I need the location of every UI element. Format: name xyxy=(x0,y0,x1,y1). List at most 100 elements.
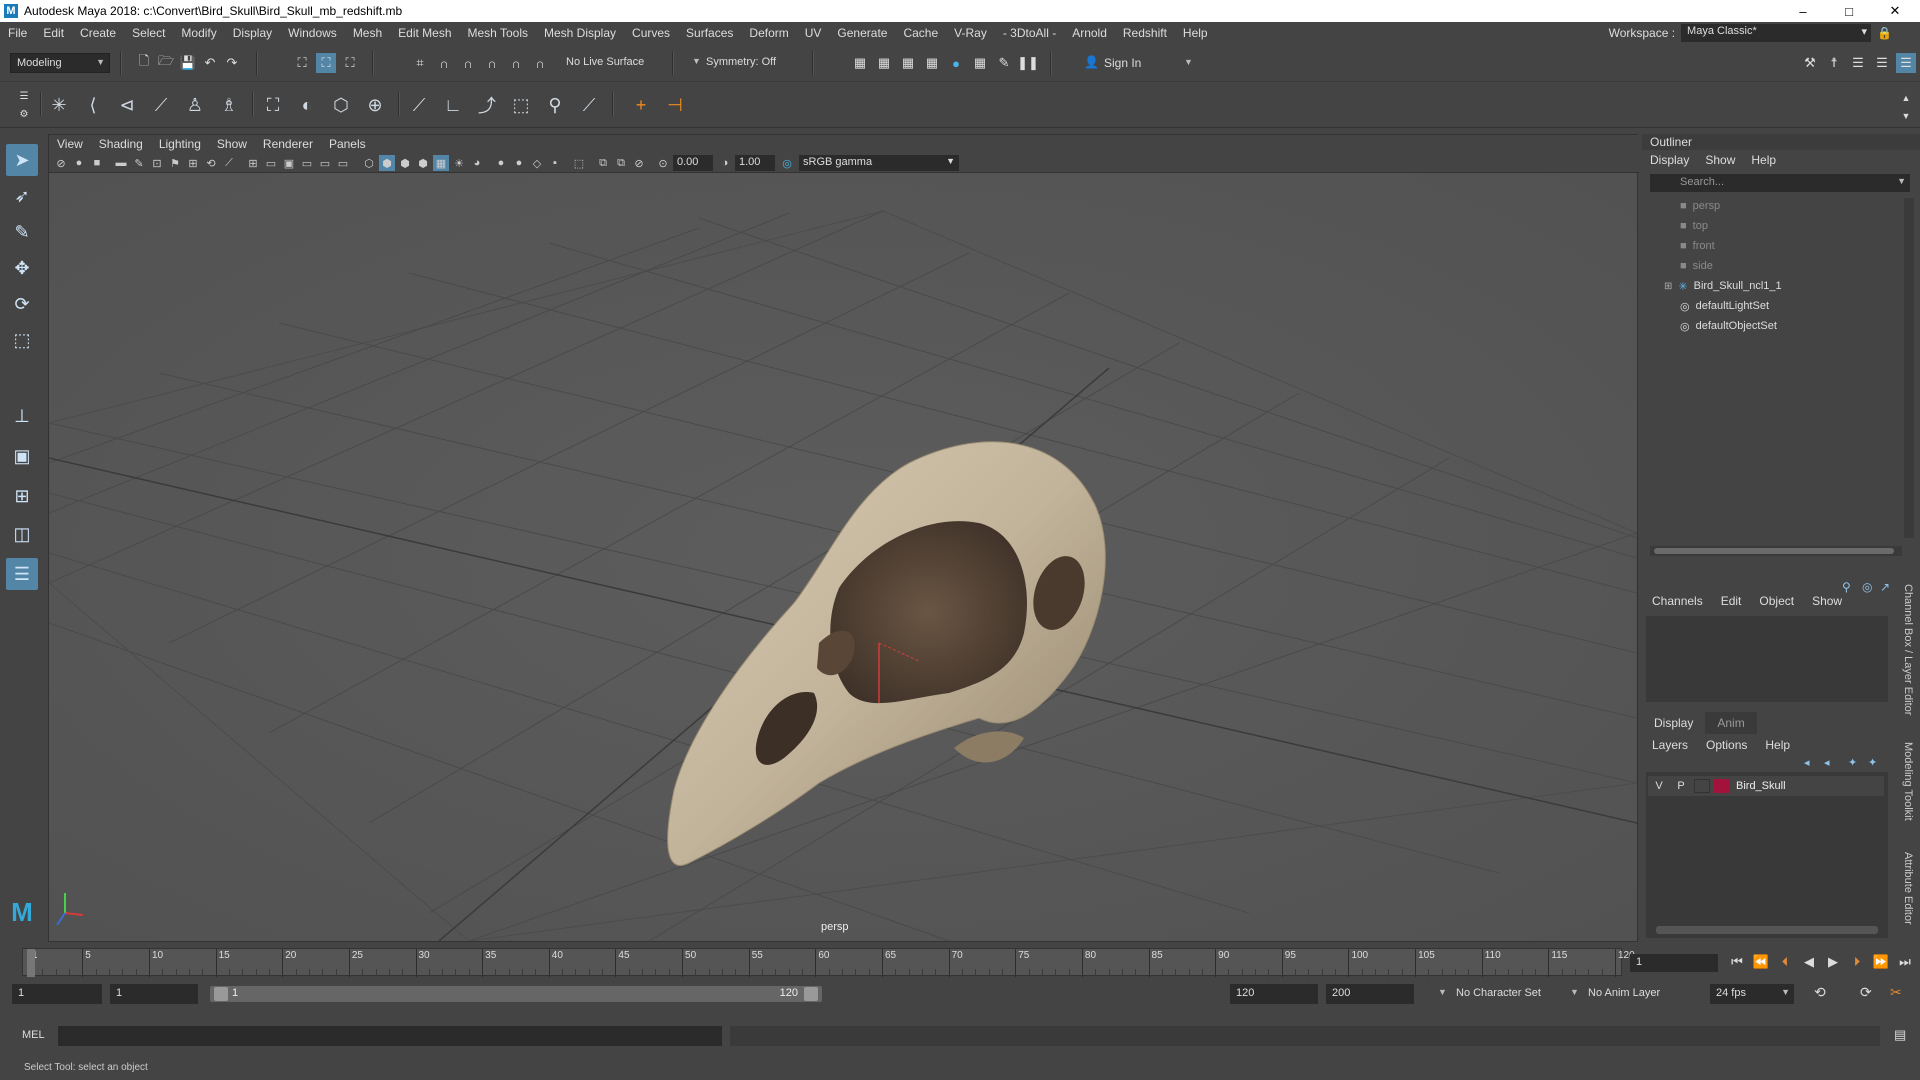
script-editor-icon[interactable]: ▤ xyxy=(1894,1027,1906,1043)
range-start-handle[interactable] xyxy=(214,987,228,1001)
camera-lock-icon[interactable]: ● xyxy=(71,155,87,171)
go-to-start-icon[interactable]: ⏮ xyxy=(1728,952,1746,972)
menu-cache[interactable]: Cache xyxy=(895,26,946,40)
gamma-icon[interactable]: ◑ xyxy=(717,155,733,171)
menu-set-dropdown[interactable]: Modeling ▼ xyxy=(10,53,110,73)
menu-modify[interactable]: Modify xyxy=(173,26,224,40)
point-constraint-icon[interactable]: ⊣ xyxy=(660,90,690,120)
menu-select[interactable]: Select xyxy=(124,26,173,40)
perspective-viewport[interactable]: View Shading Lighting Show Renderer Pane… xyxy=(48,134,1639,942)
safe-action-icon[interactable]: ▣ xyxy=(281,155,297,171)
outliner-item-default-object-set[interactable]: ◎ defaultObjectSet xyxy=(1680,316,1777,336)
animation-end-field[interactable]: 200 xyxy=(1326,984,1414,1004)
new-layer-selected-icon[interactable]: ✦ xyxy=(1868,756,1877,769)
new-scene-icon[interactable]: 🗋 xyxy=(134,53,154,73)
grease-pencil-icon[interactable]: ✎ xyxy=(131,155,147,171)
xray-joints-icon[interactable]: ⧉ xyxy=(595,155,611,171)
shelf-scroll-down-icon[interactable]: ▼ xyxy=(1896,106,1916,126)
auto-key-icon[interactable]: ⟳ xyxy=(1860,984,1872,1001)
animation-start-field[interactable]: 1 xyxy=(12,984,102,1004)
layer-type-toggle[interactable] xyxy=(1694,779,1710,793)
modeling-toolkit-icon[interactable]: ⚒ xyxy=(1800,53,1820,73)
play-forward-icon[interactable]: ▶ xyxy=(1824,952,1842,972)
last-tool-icon[interactable]: ⊥ xyxy=(6,400,38,432)
layer-editor-toggle-icon[interactable]: ◎ xyxy=(1862,580,1872,594)
snap-surface-icon[interactable]: ∩ xyxy=(506,53,526,73)
layer-visibility-toggle[interactable]: V xyxy=(1648,780,1670,792)
layer-horizontal-scrollbar[interactable] xyxy=(1656,926,1878,934)
shelf-scroll-up-icon[interactable]: ▲ xyxy=(1896,88,1916,108)
quick-rig-icon[interactable]: ♙ xyxy=(180,90,210,120)
select-object-icon[interactable]: ⛶ xyxy=(316,53,336,73)
layer-menu-layers[interactable]: Layers xyxy=(1652,738,1688,752)
bind-skin-icon[interactable]: ⛶ xyxy=(258,90,288,120)
side-tab-attribute-editor[interactable]: Attribute Editor xyxy=(1902,852,1914,925)
human-ik-icon[interactable]: ☨ xyxy=(1824,53,1844,73)
current-frame-field[interactable]: 1 xyxy=(1630,954,1718,972)
layer-menu-options[interactable]: Options xyxy=(1706,738,1747,752)
outliner-horizontal-scrollbar[interactable] xyxy=(1650,546,1902,556)
safe-title-icon[interactable]: ▭ xyxy=(335,155,351,171)
layer-row-bird-skull[interactable]: V P Bird_Skull xyxy=(1648,776,1884,796)
orient-joint-icon[interactable]: ⟋ xyxy=(146,90,176,120)
vp-menu-lighting[interactable]: Lighting xyxy=(151,137,209,151)
menu-edit-mesh[interactable]: Edit Mesh xyxy=(390,26,459,40)
chevron-down-icon[interactable]: ▼ xyxy=(692,56,701,66)
sign-in-button[interactable]: Sign In xyxy=(1104,56,1141,70)
time-ruler[interactable]: 1510152025303540455055606570758085909510… xyxy=(22,948,1635,977)
go-to-end-icon[interactable]: ⏭ xyxy=(1896,952,1914,972)
symmetry-label[interactable]: Symmetry: Off xyxy=(706,56,776,68)
pan-zoom-icon[interactable]: ⟲ xyxy=(203,155,219,171)
close-button[interactable]: ✕ xyxy=(1872,0,1918,22)
wireframe-on-shaded-icon[interactable]: ⬢ xyxy=(397,155,413,171)
resolution-gate-icon[interactable]: ⟋ xyxy=(221,155,237,171)
fps-dropdown[interactable]: 24 fps ▼ xyxy=(1710,984,1794,1004)
tab-display[interactable]: Display xyxy=(1642,712,1705,734)
vp-menu-view[interactable]: View xyxy=(49,137,91,151)
channel-menu-channels[interactable]: Channels xyxy=(1652,594,1703,608)
select-tool-icon[interactable]: ➤ xyxy=(6,144,38,176)
current-time-indicator[interactable] xyxy=(27,949,35,977)
rotate-tool-icon[interactable]: ⟳ xyxy=(6,288,38,320)
outliner-menu-show[interactable]: Show xyxy=(1705,153,1735,167)
range-end-handle[interactable] xyxy=(804,987,818,1001)
render-frame-icon[interactable]: ▦ xyxy=(874,53,894,73)
vp-menu-renderer[interactable]: Renderer xyxy=(255,137,321,151)
outliner-item-top[interactable]: ■ top xyxy=(1680,216,1708,236)
grid-icon[interactable]: ⊞ xyxy=(185,155,201,171)
chevron-down-icon[interactable]: ▼ xyxy=(1438,987,1447,997)
color-management-icon[interactable]: ◎ xyxy=(779,155,795,171)
smooth-shade-icon[interactable]: ⬢ xyxy=(379,155,395,171)
command-input[interactable] xyxy=(58,1026,722,1046)
lock-icon[interactable]: 🔒 xyxy=(1877,26,1892,40)
redo-icon[interactable]: ↷ xyxy=(222,53,242,73)
human-ik-skeleton-icon[interactable]: ♗ xyxy=(214,90,244,120)
exposure-field[interactable]: 0.00 xyxy=(673,155,713,171)
side-tab-modeling-toolkit[interactable]: Modeling Toolkit xyxy=(1902,742,1914,821)
view-transform-dropdown[interactable]: sRGB gamma ▼ xyxy=(799,155,959,171)
motion-blur-icon[interactable]: ● xyxy=(493,155,509,171)
outliner-menu-help[interactable]: Help xyxy=(1751,153,1776,167)
cluster-icon[interactable]: ⊕ xyxy=(360,90,390,120)
film-gate-icon[interactable]: ▭ xyxy=(263,155,279,171)
vp-menu-show[interactable]: Show xyxy=(209,137,255,151)
menu-mesh-display[interactable]: Mesh Display xyxy=(536,26,624,40)
four-pane-icon[interactable]: ⊞ xyxy=(6,480,38,512)
snap-view-icon[interactable]: ∩ xyxy=(482,53,502,73)
step-forward-key-icon[interactable]: ⏩ xyxy=(1872,952,1890,972)
xray-icon[interactable]: ⬚ xyxy=(571,155,587,171)
character-set-selector[interactable]: No Character Set xyxy=(1456,987,1541,999)
menu-mesh[interactable]: Mesh xyxy=(345,26,390,40)
anim-layer-selector[interactable]: No Anim Layer xyxy=(1588,987,1660,999)
snap-point-icon[interactable]: ∩ xyxy=(458,53,478,73)
locator-curve-icon[interactable]: ⤴ xyxy=(472,90,502,120)
pole-vector-icon[interactable]: ⟋ xyxy=(574,90,604,120)
camera-2d-icon[interactable]: ⊡ xyxy=(149,155,165,171)
lasso-tool-icon[interactable]: ➶ xyxy=(6,180,38,212)
snap-grid-icon[interactable]: ⌗ xyxy=(410,53,430,73)
menu-create[interactable]: Create xyxy=(72,26,124,40)
channel-menu-object[interactable]: Object xyxy=(1759,594,1794,608)
menu-mesh-tools[interactable]: Mesh Tools xyxy=(460,26,536,40)
lattice-icon[interactable]: ⬡ xyxy=(326,90,356,120)
tool-settings-icon[interactable]: ☰ xyxy=(1872,53,1892,73)
